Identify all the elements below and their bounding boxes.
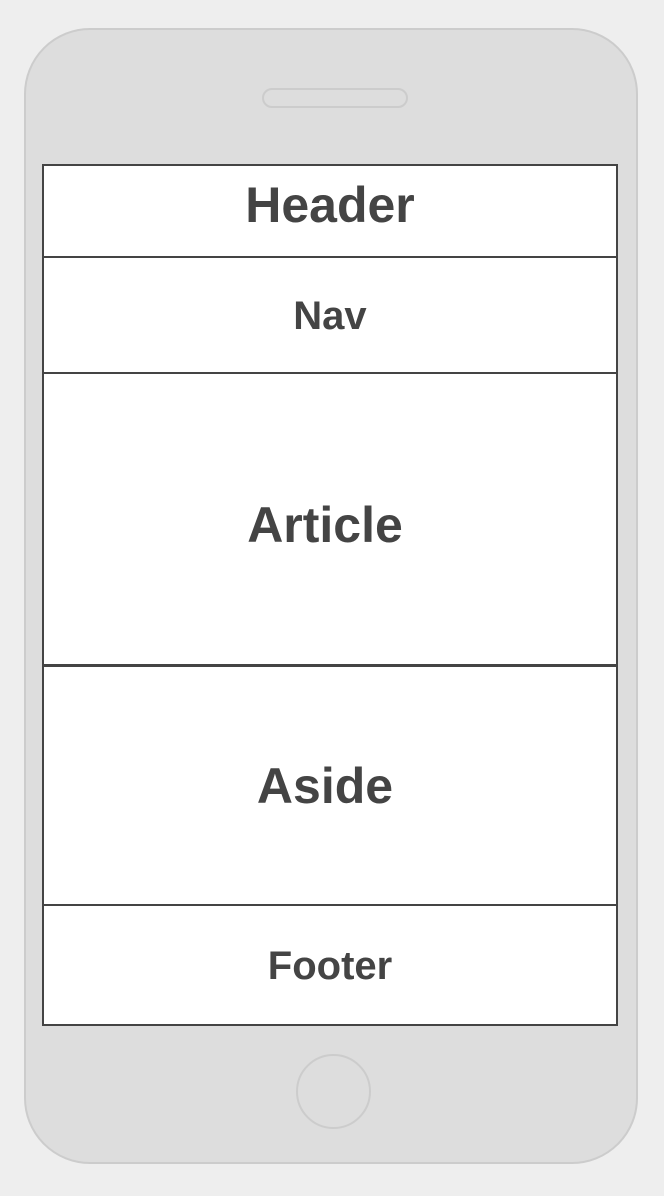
aside-label: Aside — [256, 757, 394, 814]
article-region: Article — [44, 374, 616, 667]
phone-screen: Header Nav Article Aside Footer — [42, 164, 618, 1026]
speaker-slot — [262, 88, 408, 108]
home-button[interactable] — [296, 1054, 371, 1129]
header-label: Header — [245, 177, 415, 233]
nav-label: Nav — [293, 293, 367, 338]
header-region: Header — [44, 166, 616, 258]
footer-region: Footer — [44, 906, 616, 1024]
nav-region: Nav — [44, 258, 616, 374]
article-label: Article — [247, 497, 403, 553]
aside-region: Aside — [44, 667, 616, 906]
footer-label: Footer — [267, 943, 393, 988]
